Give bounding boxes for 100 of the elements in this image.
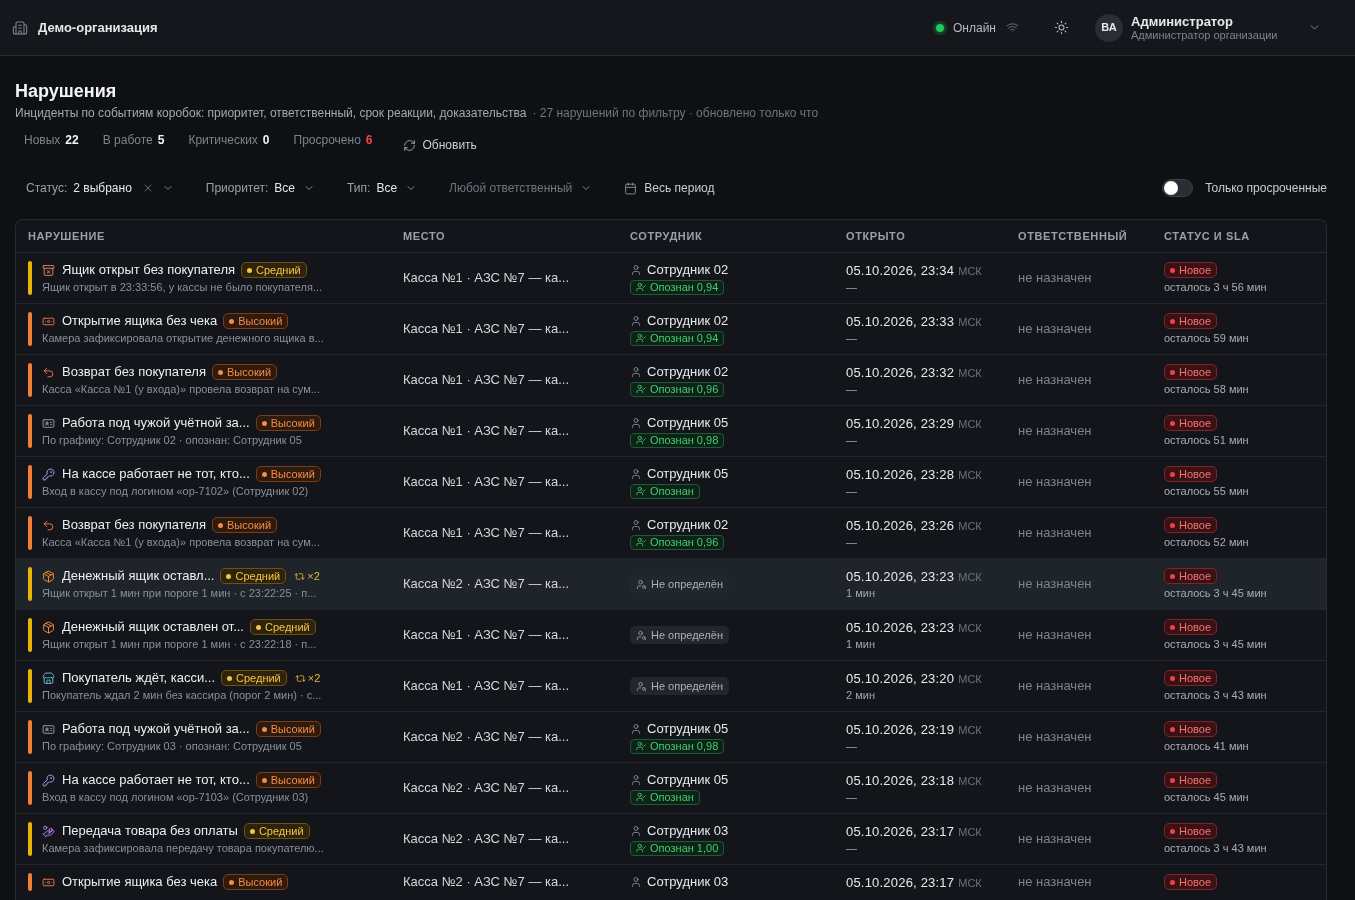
status-text: Новое <box>1179 876 1212 888</box>
incident-details: Вход в кассу под логином «op-7103» (Сотрудник 03) <box>42 790 310 805</box>
timezone-text: МСК <box>958 774 982 789</box>
incident-title[interactable]: Ящик открыт без покупателя <box>62 260 235 280</box>
incident-title[interactable]: Открытие ящика без чека <box>62 872 218 892</box>
user-icon <box>630 315 642 327</box>
timezone-text: МСК <box>958 723 982 738</box>
location-text: Касса №2 · АЗС №7 — ка... <box>403 779 570 798</box>
user-check-icon <box>636 741 646 751</box>
recognition-text: Опознан <box>650 485 694 497</box>
sla-remaining: осталось 3 ч 56 мин <box>1164 280 1268 295</box>
timezone-text: МСК <box>958 876 982 891</box>
incident-title[interactable]: Работа под чужой учётной за... <box>62 719 250 739</box>
assignee-text: не назначен <box>1018 422 1092 441</box>
incident-title[interactable]: Возврат без покупателя <box>62 515 206 535</box>
incident-title[interactable]: Открытие ящика без чека <box>62 311 218 331</box>
filter-value: Все <box>274 180 296 197</box>
employee-name: Сотрудник 05 <box>647 771 729 790</box>
incident-details: Касса «Касса №1 (у входа)» провела возврат на сум... <box>42 382 320 397</box>
recognition-text: Опознан 0,96 <box>650 536 719 548</box>
incident-title[interactable]: Покупатель ждёт, касси... <box>62 668 216 688</box>
assignee-text: не назначен <box>1018 728 1092 747</box>
calendar-icon <box>624 181 638 195</box>
open-duration: — <box>846 535 858 550</box>
incident-details: Ящик открыт в 23:33:56, у кассы не было покупателя... <box>42 280 323 295</box>
incident-title[interactable]: Работа под чужой учётной за... <box>62 413 250 433</box>
status-text: Новое <box>1179 774 1212 786</box>
employee-name: Сотрудник 02 <box>647 363 729 382</box>
open-duration: 1 мин <box>846 586 876 601</box>
stat-label: В работе <box>102 132 153 148</box>
unidentified-text: Не определён <box>651 680 723 692</box>
repeat-count: ×2 <box>307 670 321 686</box>
user-menu-button[interactable]: ВА Администратор Администратор организации <box>1095 13 1321 42</box>
open-duration: 1 мин <box>846 637 876 652</box>
filter-dropdown[interactable]: Приоритет: Все <box>194 172 327 204</box>
location-text: Касса №2 · АЗС №7 — ка... <box>403 575 570 594</box>
incident-title[interactable]: Денежный ящик оставл... <box>62 566 215 586</box>
stat-label: Новых <box>24 132 61 148</box>
filter-dropdown[interactable]: Любой ответственный <box>438 172 604 204</box>
user-icon <box>630 417 642 429</box>
location-text: Касса №1 · АЗС №7 — ка... <box>403 320 570 339</box>
open-duration: — <box>846 790 858 805</box>
incident-details: Ящик открыт 1 мин при пороге 1 мин · с 23:22:25 · п... <box>42 586 318 601</box>
status-text: Новое <box>1179 621 1212 633</box>
priority-text: Средний <box>264 621 310 633</box>
user-icon <box>630 876 642 888</box>
sla-remaining: осталось 3 ч 45 мин <box>1164 586 1268 601</box>
priority-text: Средний <box>256 264 301 276</box>
priority-text: Высокий <box>270 468 315 480</box>
filter-dropdown[interactable]: Тип: Все <box>336 172 429 204</box>
user-role: Администратор организации <box>1131 28 1278 42</box>
timezone-text: МСК <box>958 468 982 483</box>
priority-text: Высокий <box>270 723 315 735</box>
incident-title[interactable]: Возврат без покупателя <box>62 362 206 382</box>
incident-title[interactable]: На кассе работает не тот, кто... <box>62 770 250 790</box>
incident-title[interactable]: На кассе работает не тот, кто... <box>62 464 250 484</box>
connection-status: Онлайн <box>953 19 996 37</box>
assignee-text: не назначен <box>1018 473 1092 492</box>
incident-details: Камера зафиксировала передачу товара покупателю... <box>42 841 324 856</box>
opened-datetime: 05.10.2026, 23:33 <box>846 313 955 331</box>
opened-datetime: 05.10.2026, 23:23 <box>846 568 955 586</box>
date-range-filter[interactable]: Весь период <box>613 172 726 204</box>
open-duration: 2 мин <box>846 688 876 703</box>
assignee-text: не назначен <box>1018 626 1092 645</box>
location-text: Касса №1 · АЗС №7 — ка... <box>403 371 570 390</box>
assignee-text: не назначен <box>1018 779 1092 798</box>
timezone-text: МСК <box>958 825 982 840</box>
refresh-button[interactable]: Обновить <box>391 130 488 160</box>
sla-remaining: осталось 52 мин <box>1164 535 1250 550</box>
column-header: СОТРУДНИК <box>629 228 704 244</box>
status-text: Новое <box>1179 468 1212 480</box>
recognition-text: Опознан <box>650 791 694 803</box>
stat-label: Критических <box>188 132 258 148</box>
refresh-icon <box>402 138 416 152</box>
sla-remaining: осталось 3 ч 43 мин <box>1164 688 1268 703</box>
recognition-text: Опознан 0,94 <box>650 332 719 344</box>
status-text: Новое <box>1179 570 1212 582</box>
status-text: Новое <box>1179 672 1212 684</box>
incident-details: По графику: Сотрудник 02 · опознан: Сотрудник 05 <box>42 433 303 448</box>
incident-title[interactable]: Денежный ящик оставлен от... <box>62 617 244 637</box>
incident-title[interactable]: Передача товара без оплаты <box>62 821 238 841</box>
user-search-icon <box>636 578 647 590</box>
priority-text: Высокий <box>270 417 315 429</box>
incident-details: Вход в кассу под логином «op-7102» (Сотрудник 02) <box>42 484 310 499</box>
column-header: НАРУШЕНИЕ <box>27 228 106 244</box>
user-icon <box>630 366 642 378</box>
timezone-text: МСК <box>958 366 982 381</box>
employee-name: Сотрудник 02 <box>647 516 729 535</box>
open-duration: — <box>846 739 858 754</box>
recognition-text: Опознан 0,96 <box>650 383 719 395</box>
timezone-text: МСК <box>958 417 982 432</box>
repeat-count: ×2 <box>307 568 320 584</box>
status-text: Новое <box>1179 519 1212 531</box>
location-text: Касса №2 · АЗС №7 — ка... <box>403 728 570 747</box>
opened-datetime: 05.10.2026, 23:17 <box>846 874 955 892</box>
repeat-icon <box>294 570 306 582</box>
sla-remaining: осталось 58 мин <box>1164 382 1250 397</box>
filter-dropdown[interactable]: Статус: 2 выбрано <box>15 172 185 204</box>
table-row[interactable]: Денежный ящик оставл... Средний ×2 Ящик открыт 1 мин при пороге 1 мин · с 23:22:25 · п... Касса №2 · АЗС №7 — ка... Не определён 05.10.2026, 23:23 МСК 1 мин не назначен Новое осталось 3 ч 45 мин <box>16 559 1326 610</box>
toggle-switch[interactable] <box>1162 179 1194 197</box>
